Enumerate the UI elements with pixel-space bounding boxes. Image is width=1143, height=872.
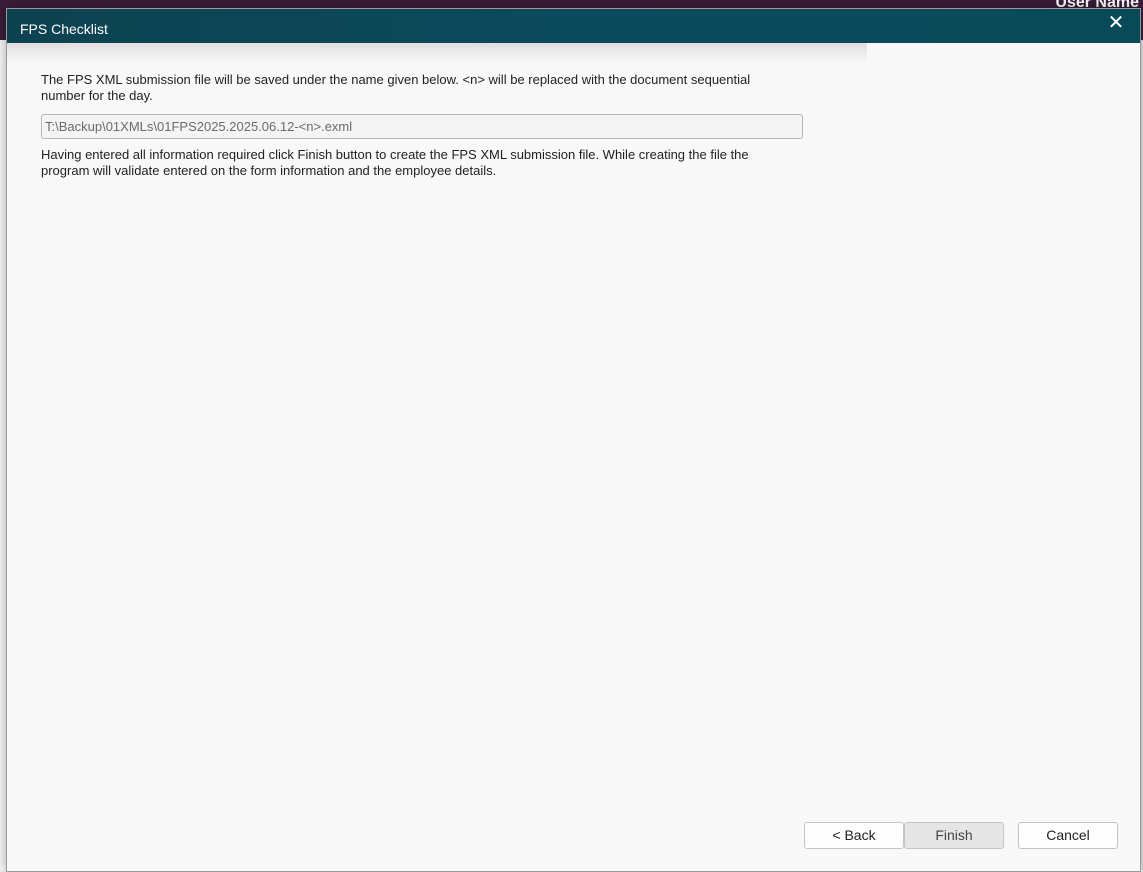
dialog-titlebar[interactable]: FPS Checklist ✕ — [7, 9, 1140, 43]
instruction-text: Having entered all information required … — [41, 147, 749, 178]
fps-checklist-dialog: FPS Checklist ✕ The FPS XML submission f… — [6, 8, 1141, 872]
finish-button[interactable]: Finish — [904, 822, 1004, 849]
intro-text: The FPS XML submission file will be save… — [41, 72, 751, 103]
file-name-field[interactable] — [41, 114, 803, 139]
dialog-title: FPS Checklist — [20, 21, 108, 37]
titlebar-shadow — [7, 43, 867, 63]
back-button[interactable]: < Back — [804, 822, 904, 849]
close-icon[interactable]: ✕ — [1104, 11, 1128, 35]
cancel-button[interactable]: Cancel — [1018, 822, 1118, 849]
